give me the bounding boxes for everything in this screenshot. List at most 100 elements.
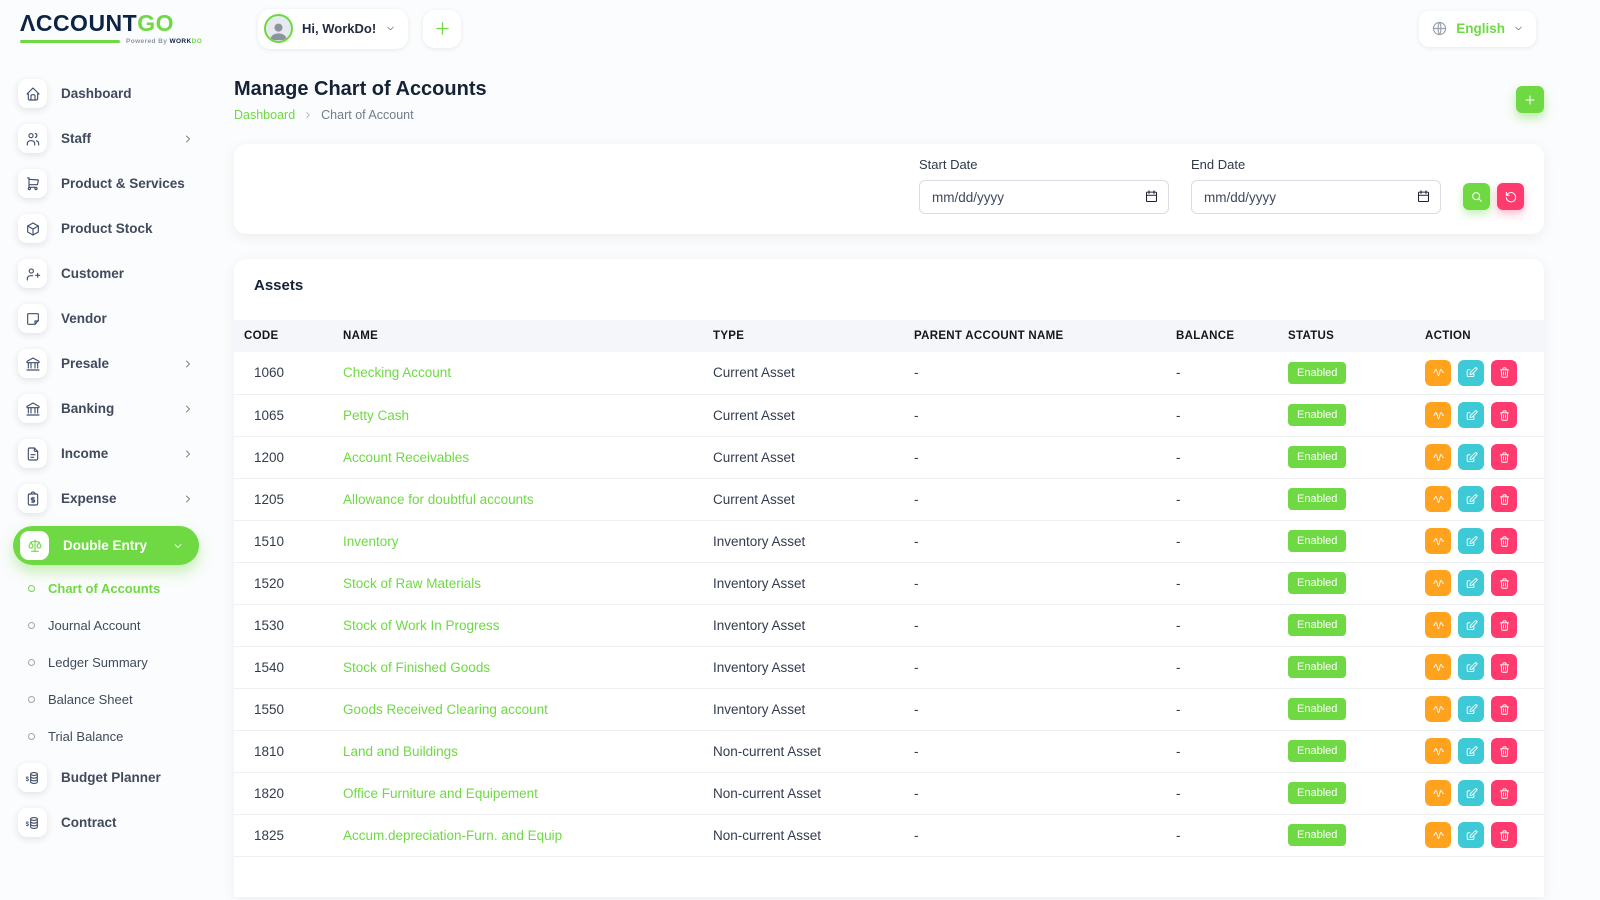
delete-button[interactable] (1491, 654, 1517, 680)
submenu-item[interactable]: Journal Account (0, 607, 212, 644)
edit-button[interactable] (1458, 444, 1484, 470)
account-name-link[interactable]: Petty Cash (343, 408, 409, 423)
account-name-link[interactable]: Checking Account (343, 365, 451, 380)
cell-balance: - (1166, 730, 1278, 772)
chevron-right-icon (182, 133, 194, 145)
account-name-link[interactable]: Stock of Finished Goods (343, 660, 490, 675)
edit-icon (1465, 703, 1478, 716)
cell-parent: - (904, 604, 1166, 646)
edit-button[interactable] (1458, 696, 1484, 722)
table-row: 1060 Checking Account Current Asset - - … (234, 352, 1544, 394)
trash-icon (1498, 577, 1511, 590)
cell-code: 1200 (234, 436, 333, 478)
edit-button[interactable] (1458, 738, 1484, 764)
account-name-link[interactable]: Allowance for doubtful accounts (343, 492, 534, 507)
account-name-link[interactable]: Inventory (343, 534, 399, 549)
submenu-item[interactable]: Chart of Accounts (0, 570, 212, 607)
edit-button[interactable] (1458, 570, 1484, 596)
transaction-summary-button[interactable] (1425, 654, 1451, 680)
transaction-summary-button[interactable] (1425, 528, 1451, 554)
app-logo[interactable]: ΛCCOUNTGO Powered By WORKDO (20, 12, 232, 45)
sidebar-item[interactable]: $ Budget Planner (0, 755, 212, 800)
edit-button[interactable] (1458, 654, 1484, 680)
user-menu[interactable]: Hi, WorkDo! (258, 9, 408, 49)
delete-button[interactable] (1491, 528, 1517, 554)
edit-button[interactable] (1458, 402, 1484, 428)
delete-button[interactable] (1491, 360, 1517, 386)
edit-button[interactable] (1458, 360, 1484, 386)
edit-button[interactable] (1458, 486, 1484, 512)
account-name-link[interactable]: Account Receivables (343, 450, 469, 465)
submenu-item-label: Ledger Summary (48, 655, 148, 670)
calendar-icon[interactable] (1416, 189, 1431, 204)
transaction-summary-button[interactable] (1425, 570, 1451, 596)
delete-button[interactable] (1491, 822, 1517, 848)
cell-code: 1520 (234, 562, 333, 604)
account-name-link[interactable]: Goods Received Clearing account (343, 702, 548, 717)
sidebar-item[interactable]: Dashboard (0, 71, 212, 116)
transaction-summary-button[interactable] (1425, 444, 1451, 470)
account-name-link[interactable]: Office Furniture and Equipement (343, 786, 538, 801)
transaction-summary-button[interactable] (1425, 780, 1451, 806)
wave-icon (1432, 619, 1445, 632)
submenu-item[interactable]: Balance Sheet (0, 681, 212, 718)
transaction-summary-button[interactable] (1425, 486, 1451, 512)
quick-add-button[interactable] (423, 10, 461, 48)
edit-button[interactable] (1458, 822, 1484, 848)
sidebar-item-label: Staff (61, 131, 91, 146)
cell-balance: - (1166, 562, 1278, 604)
status-badge: Enabled (1288, 614, 1346, 636)
sidebar-item[interactable]: $ Contract (0, 800, 212, 845)
transaction-summary-button[interactable] (1425, 402, 1451, 428)
account-name-link[interactable]: Stock of Work In Progress (343, 618, 500, 633)
delete-button[interactable] (1491, 738, 1517, 764)
cell-type: Non-current Asset (703, 772, 904, 814)
account-name-link[interactable]: Stock of Raw Materials (343, 576, 481, 591)
end-date-input[interactable] (1191, 180, 1441, 214)
delete-button[interactable] (1491, 696, 1517, 722)
sidebar-item-double-entry[interactable]: Double Entry (13, 526, 199, 565)
edit-button[interactable] (1458, 612, 1484, 638)
delete-button[interactable] (1491, 486, 1517, 512)
transaction-summary-button[interactable] (1425, 822, 1451, 848)
cell-type: Current Asset (703, 478, 904, 520)
delete-button[interactable] (1491, 570, 1517, 596)
sidebar-item[interactable]: Product Stock (0, 206, 212, 251)
sidebar-item[interactable]: Staff (0, 116, 212, 161)
sidebar-item[interactable]: Vendor (0, 296, 212, 341)
account-name-link[interactable]: Land and Buildings (343, 744, 458, 759)
transaction-summary-button[interactable] (1425, 738, 1451, 764)
status-badge: Enabled (1288, 656, 1346, 678)
delete-button[interactable] (1491, 402, 1517, 428)
trash-icon (1498, 409, 1511, 422)
start-date-input[interactable] (919, 180, 1169, 214)
bullet-circle-icon (28, 622, 35, 629)
cell-balance: - (1166, 478, 1278, 520)
cell-parent: - (904, 394, 1166, 436)
sidebar-item[interactable]: Product & Services (0, 161, 212, 206)
calendar-icon[interactable] (1144, 189, 1159, 204)
sidebar-item[interactable]: Banking (0, 386, 212, 431)
breadcrumb-dashboard-link[interactable]: Dashboard (234, 108, 295, 122)
reset-filter-button[interactable] (1497, 183, 1524, 210)
wave-icon (1432, 787, 1445, 800)
account-name-link[interactable]: Accum.depreciation-Furn. and Equip (343, 828, 562, 843)
submenu-item[interactable]: Trial Balance (0, 718, 212, 755)
delete-button[interactable] (1491, 780, 1517, 806)
delete-button[interactable] (1491, 612, 1517, 638)
sidebar-item[interactable]: Income (0, 431, 212, 476)
language-selector[interactable]: English (1419, 11, 1536, 47)
edit-button[interactable] (1458, 528, 1484, 554)
search-button[interactable] (1463, 183, 1490, 210)
sidebar-item[interactable]: Customer (0, 251, 212, 296)
sidebar-item[interactable]: Presale (0, 341, 212, 386)
transaction-summary-button[interactable] (1425, 696, 1451, 722)
status-badge: Enabled (1288, 740, 1346, 762)
transaction-summary-button[interactable] (1425, 360, 1451, 386)
create-account-button[interactable] (1516, 86, 1544, 113)
submenu-item[interactable]: Ledger Summary (0, 644, 212, 681)
sidebar-item[interactable]: Expense (0, 476, 212, 521)
delete-button[interactable] (1491, 444, 1517, 470)
transaction-summary-button[interactable] (1425, 612, 1451, 638)
edit-button[interactable] (1458, 780, 1484, 806)
